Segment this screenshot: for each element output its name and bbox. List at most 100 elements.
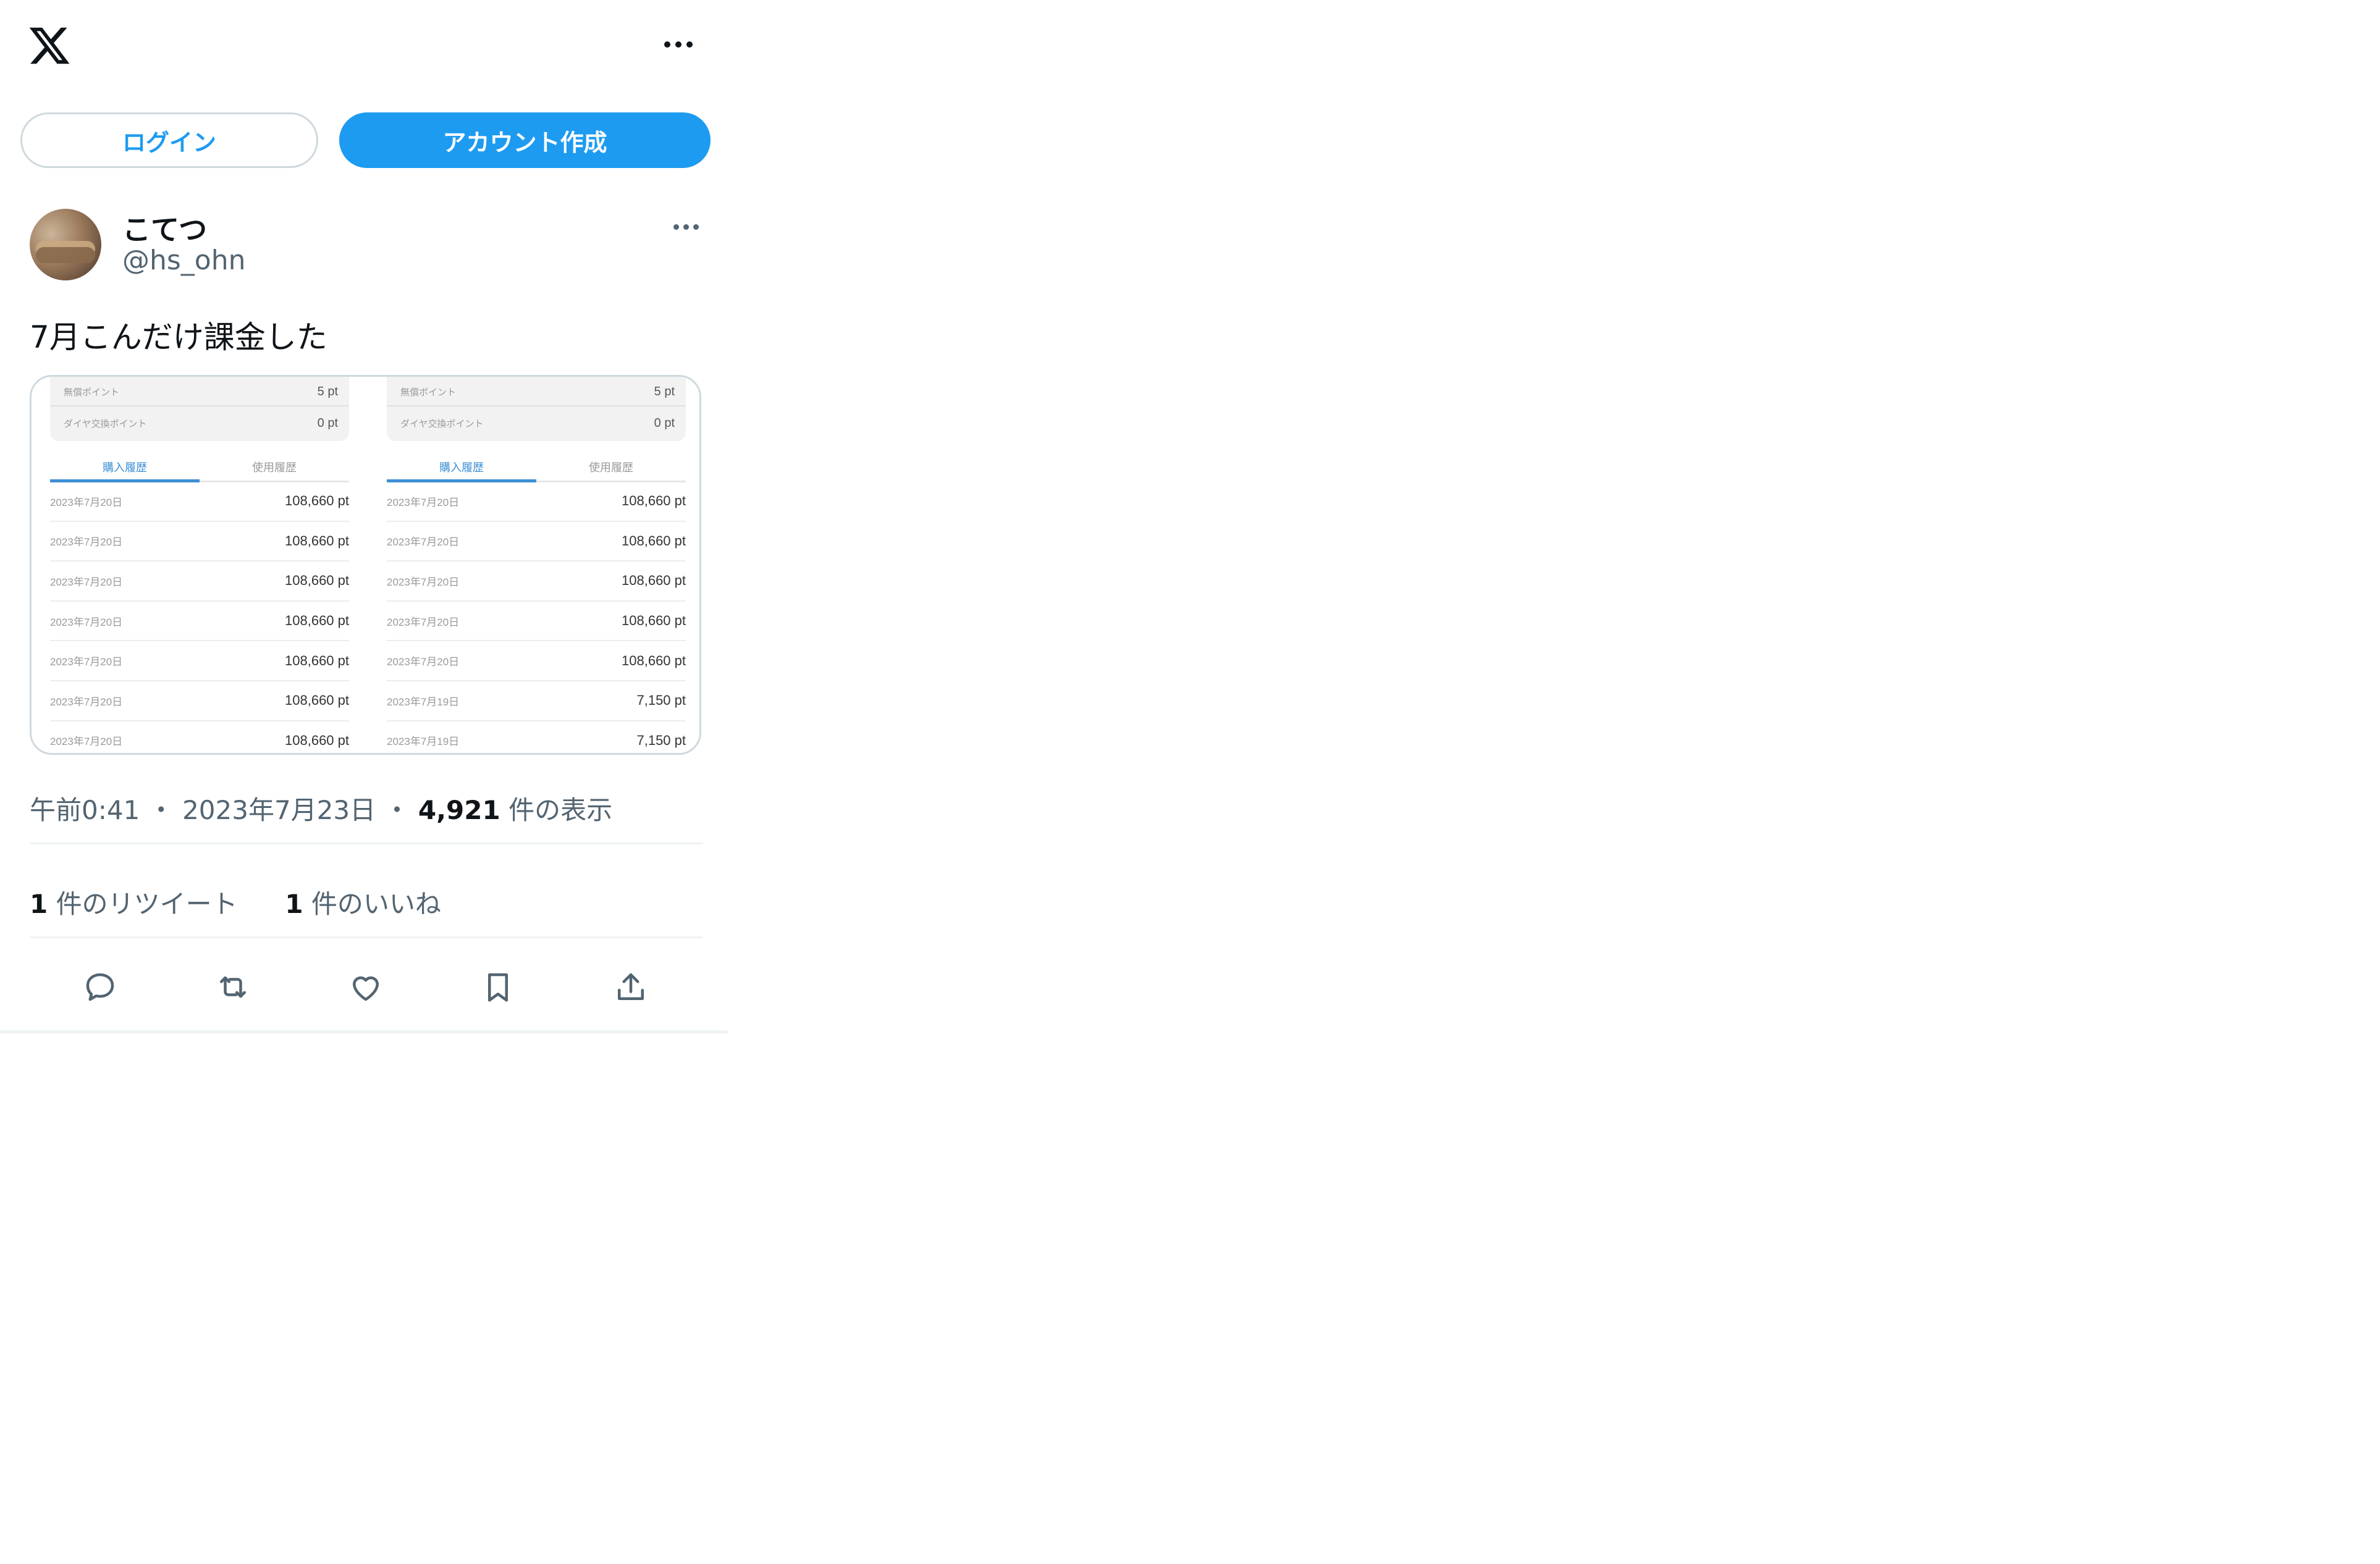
history-row: 2023年7月19日 7,150 pt: [387, 721, 686, 753]
post-media[interactable]: 無償ポイント 5 pt ダイヤ交換ポイント 0 pt 購入履歴 使用履歴 202…: [30, 375, 701, 755]
history-date: 2023年7月20日: [50, 536, 123, 549]
meta-separator: ・: [148, 795, 174, 825]
history-amount: 108,660 pt: [285, 493, 349, 509]
tweet-column: ログイン アカウント作成 こてつ @hs_ohn 7月こんだけ課金した 無償ポイ…: [0, 0, 728, 1033]
post-text: 7月こんだけ課金した: [30, 319, 327, 355]
action-bar: [30, 964, 703, 1011]
tab-purchase-history: 購入履歴: [50, 453, 200, 482]
points-label: ダイヤ交換ポイント: [64, 418, 147, 429]
points-row: ダイヤ交換ポイント 0 pt: [50, 409, 349, 437]
divider: [30, 936, 703, 938]
points-value: 5 pt: [654, 384, 675, 398]
history-date: 2023年7月20日: [387, 616, 460, 628]
history-row: 2023年7月20日 108,660 pt: [50, 721, 349, 753]
points-row: 無償ポイント 5 pt: [50, 378, 349, 406]
history-date: 2023年7月19日: [387, 696, 460, 708]
likes-count: 1: [285, 889, 303, 919]
history-row: 2023年7月20日 108,660 pt: [387, 602, 686, 642]
likes-label: 件のいいね: [311, 889, 441, 919]
history-row: 2023年7月20日 108,660 pt: [50, 482, 349, 522]
points-box: 無償ポイント 5 pt ダイヤ交換ポイント 0 pt: [50, 377, 349, 441]
history-row: 2023年7月19日 7,150 pt: [387, 681, 686, 721]
meta-separator: ・: [384, 795, 410, 825]
post-date[interactable]: 2023年7月23日: [182, 795, 376, 825]
tab-usage-history: 使用履歴: [252, 461, 297, 474]
history-row: 2023年7月20日 108,660 pt: [387, 522, 686, 562]
history-row: 2023年7月20日 108,660 pt: [50, 641, 349, 681]
like-icon[interactable]: [342, 964, 389, 1011]
history-amount: 108,660 pt: [622, 532, 686, 549]
history-amount: 108,660 pt: [285, 532, 349, 549]
bookmark-icon[interactable]: [475, 964, 521, 1011]
history-date: 2023年7月20日: [387, 656, 460, 668]
history-amount: 7,150 pt: [636, 692, 686, 708]
retweet-icon[interactable]: [209, 964, 256, 1011]
create-account-button[interactable]: アカウント作成: [339, 112, 711, 168]
history-date: 2023年7月20日: [50, 616, 123, 628]
history-row: 2023年7月20日 108,660 pt: [387, 561, 686, 602]
history-list: 2023年7月20日 108,660 pt 2023年7月20日 108,660 p…: [50, 482, 349, 753]
history-tabs: 購入履歴 使用履歴: [387, 453, 686, 482]
history-amount: 7,150 pt: [636, 732, 686, 748]
history-amount: 108,660 pt: [622, 493, 686, 509]
points-label: 無償ポイント: [64, 387, 120, 398]
history-amount: 108,660 pt: [285, 692, 349, 708]
top-bar: [0, 0, 728, 93]
history-row: 2023年7月20日 108,660 pt: [387, 641, 686, 681]
history-date: 2023年7月20日: [50, 496, 123, 508]
points-value: 0 pt: [654, 416, 675, 430]
avatar[interactable]: [30, 209, 101, 280]
history-date: 2023年7月19日: [387, 736, 460, 748]
x-logo-icon[interactable]: [27, 23, 72, 68]
author-name[interactable]: こてつ: [122, 208, 207, 248]
media-panel-right: 無償ポイント 5 pt ダイヤ交換ポイント 0 pt 購入履歴 使用履歴 202…: [387, 377, 686, 753]
points-box: 無償ポイント 5 pt ダイヤ交換ポイント 0 pt: [387, 377, 686, 441]
retweets-label: 件のリツイート: [56, 889, 238, 919]
views-count: 4,921: [418, 795, 500, 825]
history-tabs: 購入履歴 使用履歴: [50, 453, 349, 482]
history-amount: 108,660 pt: [285, 652, 349, 668]
points-label: ダイヤ交換ポイント: [400, 418, 484, 429]
reply-icon[interactable]: [77, 964, 124, 1011]
history-amount: 108,660 pt: [285, 613, 349, 629]
retweets-stat[interactable]: 1 件のリツイート: [30, 889, 246, 919]
history-date: 2023年7月20日: [50, 736, 123, 748]
points-label: 無償ポイント: [400, 387, 457, 398]
tab-usage-history: 使用履歴: [589, 461, 633, 474]
post-more-icon[interactable]: [669, 217, 703, 236]
history-amount: 108,660 pt: [285, 732, 349, 748]
post-stats: 1 件のリツイート 1 件のいいね: [30, 883, 441, 921]
points-row: 無償ポイント 5 pt: [387, 378, 686, 406]
share-icon[interactable]: [607, 964, 654, 1011]
history-amount: 108,660 pt: [622, 573, 686, 589]
retweets-count: 1: [30, 889, 48, 919]
history-amount: 108,660 pt: [622, 613, 686, 629]
history-date: 2023年7月20日: [387, 536, 460, 549]
history-amount: 108,660 pt: [622, 652, 686, 668]
tab-purchase-history: 購入履歴: [387, 453, 536, 482]
history-amount: 108,660 pt: [285, 573, 349, 589]
post-time[interactable]: 午前0:41: [30, 795, 140, 825]
post-meta: 午前0:41 ・ 2023年7月23日 ・ 4,921 件の表示: [30, 789, 612, 827]
author-handle[interactable]: @hs_ohn: [122, 245, 246, 276]
history-row: 2023年7月20日 108,660 pt: [387, 482, 686, 522]
history-date: 2023年7月20日: [387, 496, 460, 508]
points-row: ダイヤ交換ポイント 0 pt: [387, 409, 686, 437]
history-date: 2023年7月20日: [50, 696, 123, 708]
points-value: 5 pt: [317, 384, 338, 398]
views-label: 件の表示: [508, 795, 613, 825]
points-value: 0 pt: [317, 416, 338, 430]
divider: [30, 843, 703, 844]
media-panel-left: 無償ポイント 5 pt ダイヤ交換ポイント 0 pt 購入履歴 使用履歴 202…: [50, 377, 349, 753]
likes-stat[interactable]: 1 件のいいね: [285, 889, 441, 919]
login-button[interactable]: ログイン: [20, 112, 318, 168]
history-list: 2023年7月20日 108,660 pt 2023年7月20日 108,660 p…: [387, 482, 686, 753]
history-row: 2023年7月20日 108,660 pt: [50, 681, 349, 721]
history-row: 2023年7月20日 108,660 pt: [50, 522, 349, 562]
history-date: 2023年7月20日: [50, 656, 123, 668]
more-horizontal-icon[interactable]: [660, 32, 697, 57]
history-row: 2023年7月20日 108,660 pt: [50, 561, 349, 602]
history-date: 2023年7月20日: [387, 576, 460, 588]
history-row: 2023年7月20日 108,660 pt: [50, 602, 349, 642]
history-date: 2023年7月20日: [50, 576, 123, 588]
